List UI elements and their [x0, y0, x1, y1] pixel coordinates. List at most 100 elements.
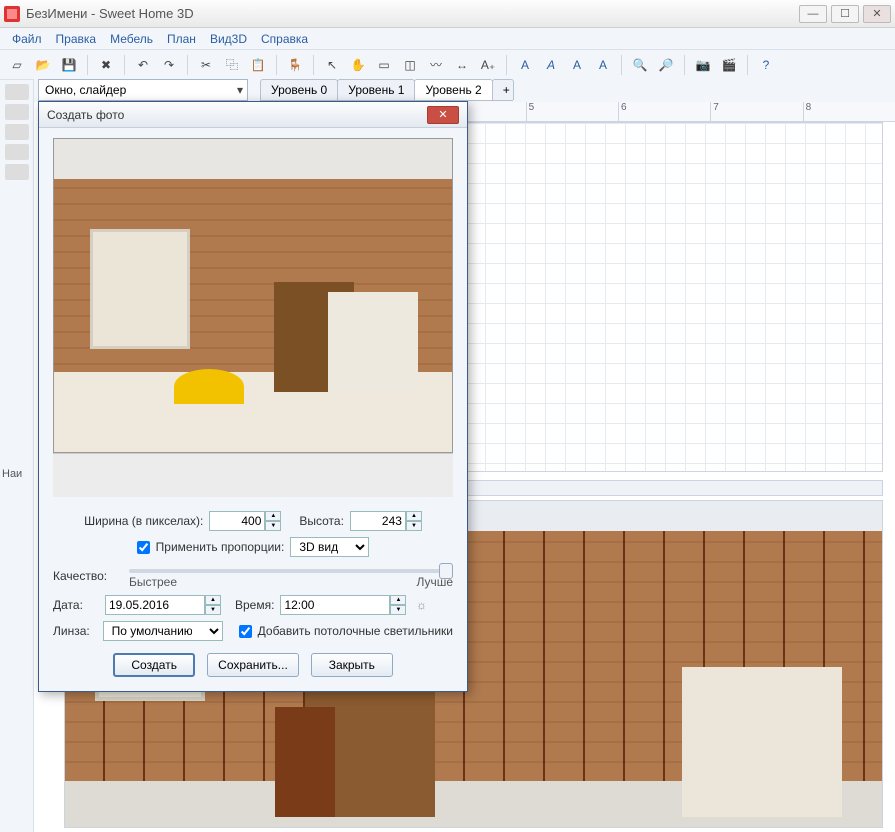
furniture-palette: [0, 80, 34, 832]
video-icon[interactable]: 🎬: [718, 54, 740, 76]
width-label: Ширина (в пикселах):: [84, 514, 203, 528]
width-spinner[interactable]: ▲▼: [209, 511, 281, 531]
wall-icon[interactable]: ▭: [373, 54, 395, 76]
window-title: БезИмени - Sweet Home 3D: [26, 6, 799, 21]
minimize-button[interactable]: —: [799, 5, 827, 23]
list-item[interactable]: [5, 84, 29, 100]
pan-icon[interactable]: ✋: [347, 54, 369, 76]
height-spinner[interactable]: ▲▼: [350, 511, 422, 531]
catalog-combo[interactable]: Окно, слайдер: [38, 79, 248, 101]
apply-ratio-label: Применить пропорции:: [156, 540, 285, 554]
catalog-selected: Окно, слайдер: [45, 83, 126, 97]
level-tabs: Уровень 0 Уровень 1 Уровень 2 +: [260, 79, 513, 101]
help-icon[interactable]: ?: [755, 54, 777, 76]
create-button[interactable]: Создать: [113, 653, 195, 677]
dialog-titlebar[interactable]: Создать фото ✕: [39, 102, 467, 128]
list-item[interactable]: [5, 104, 29, 120]
close-button[interactable]: ✕: [863, 5, 891, 23]
text-icon[interactable]: A₊: [477, 54, 499, 76]
maximize-button[interactable]: ☐: [831, 5, 859, 23]
preview-window: [90, 229, 190, 349]
list-header: Наи: [0, 466, 34, 482]
open-icon[interactable]: 📂: [32, 54, 54, 76]
scene-armchair: [682, 667, 842, 817]
toolbar: ▱ 📂 💾 ✖ ↶ ↷ ✂ ⿻ 📋 🪑 ↖ ✋ ▭ ◫ 〰 ↔ A₊ A A A…: [0, 50, 895, 80]
lens-select[interactable]: По умолчанию: [103, 621, 223, 641]
add-furniture-icon[interactable]: 🪑: [284, 54, 306, 76]
width-input[interactable]: [209, 511, 265, 531]
save-icon[interactable]: 💾: [58, 54, 80, 76]
pointer-icon[interactable]: ↖: [321, 54, 343, 76]
spin-up-icon[interactable]: ▲: [265, 511, 281, 521]
new-icon[interactable]: ▱: [6, 54, 28, 76]
add-level-button[interactable]: +: [492, 79, 514, 100]
paste-icon[interactable]: 📋: [247, 54, 269, 76]
create-photo-dialog: Создать фото ✕ Ширина (в пикселах): ▲▼ В…: [38, 101, 468, 692]
slider-thumb[interactable]: [439, 563, 453, 579]
preview-chair: [328, 292, 418, 392]
menubar: Файл Правка Мебель План Вид3D Справка: [0, 28, 895, 50]
sun-icon[interactable]: ☼: [412, 596, 430, 614]
bold-icon[interactable]: A: [514, 54, 536, 76]
room-icon[interactable]: ◫: [399, 54, 421, 76]
date-label: Дата:: [53, 598, 99, 612]
ceiling-lights-checkbox[interactable]: [239, 625, 252, 638]
quality-fast-label: Быстрее: [129, 575, 177, 589]
quality-slider[interactable]: Быстрее Лучше: [129, 563, 453, 589]
menu-furniture[interactable]: Мебель: [104, 30, 159, 48]
preview-table: [174, 369, 244, 404]
menu-help[interactable]: Справка: [255, 30, 314, 48]
ceiling-lights-label: Добавить потолочные светильники: [258, 624, 453, 638]
height-label: Высота:: [299, 514, 344, 528]
spin-up-icon[interactable]: ▲: [390, 595, 406, 605]
apply-ratio-checkbox[interactable]: [137, 541, 150, 554]
app-icon: [4, 6, 20, 22]
italic-icon[interactable]: A: [540, 54, 562, 76]
dialog-close-button[interactable]: ✕: [427, 106, 459, 124]
spin-down-icon[interactable]: ▼: [205, 605, 221, 615]
close-dialog-button[interactable]: Закрыть: [311, 653, 393, 677]
cut-icon[interactable]: ✂: [195, 54, 217, 76]
list-item[interactable]: [5, 164, 29, 180]
menu-file[interactable]: Файл: [6, 30, 48, 48]
zoom-in-icon[interactable]: 🔍: [629, 54, 651, 76]
tab-level2[interactable]: Уровень 2: [414, 79, 492, 100]
tab-level1[interactable]: Уровень 1: [337, 79, 415, 100]
tab-level0[interactable]: Уровень 0: [260, 79, 338, 100]
menu-edit[interactable]: Правка: [50, 30, 103, 48]
menu-plan[interactable]: План: [161, 30, 202, 48]
dim-icon[interactable]: ↔: [451, 54, 473, 76]
spin-up-icon[interactable]: ▲: [406, 511, 422, 521]
smaller-icon[interactable]: A: [592, 54, 614, 76]
zoom-out-icon[interactable]: 🔎: [655, 54, 677, 76]
photo-preview: [53, 138, 453, 453]
spin-down-icon[interactable]: ▼: [265, 521, 281, 531]
menu-view3d[interactable]: Вид3D: [204, 30, 253, 48]
spin-down-icon[interactable]: ▼: [390, 605, 406, 615]
height-input[interactable]: [350, 511, 406, 531]
time-label: Время:: [235, 598, 274, 612]
spin-up-icon[interactable]: ▲: [205, 595, 221, 605]
scene-chair: [275, 707, 335, 817]
spin-down-icon[interactable]: ▼: [406, 521, 422, 531]
dialog-title: Создать фото: [47, 108, 427, 122]
list-item[interactable]: [5, 144, 29, 160]
quality-label: Качество:: [53, 569, 123, 583]
lens-label: Линза:: [53, 624, 97, 638]
preview-statusbar: [53, 453, 453, 497]
polyline-icon[interactable]: 〰: [425, 54, 447, 76]
ratio-select[interactable]: 3D вид: [290, 537, 369, 557]
time-input[interactable]: [280, 595, 390, 615]
date-input[interactable]: [105, 595, 205, 615]
titlebar: БезИмени - Sweet Home 3D — ☐ ✕: [0, 0, 895, 28]
undo-icon[interactable]: ↶: [132, 54, 154, 76]
redo-icon[interactable]: ↷: [158, 54, 180, 76]
bigger-icon[interactable]: A: [566, 54, 588, 76]
date-spinner[interactable]: ▲▼: [105, 595, 221, 615]
prefs-icon[interactable]: ✖: [95, 54, 117, 76]
copy-icon[interactable]: ⿻: [221, 54, 243, 76]
photo-icon[interactable]: 📷: [692, 54, 714, 76]
list-item[interactable]: [5, 124, 29, 140]
time-spinner[interactable]: ▲▼: [280, 595, 406, 615]
save-button[interactable]: Сохранить...: [207, 653, 299, 677]
